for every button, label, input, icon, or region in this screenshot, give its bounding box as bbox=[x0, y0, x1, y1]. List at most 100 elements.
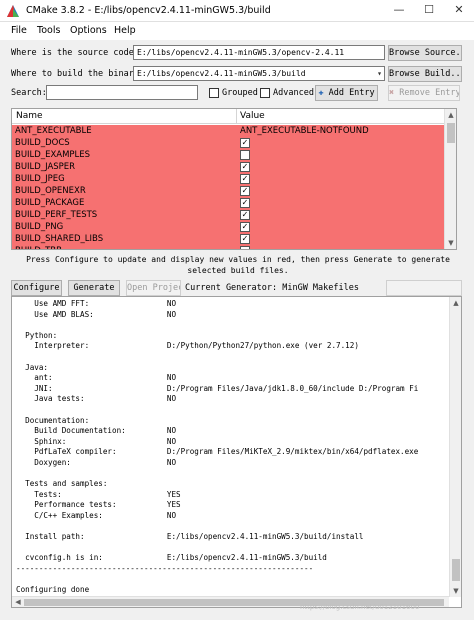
source-label: Where is the source code: bbox=[11, 48, 139, 58]
table-row[interactable]: BUILD_DOCS ✓ bbox=[12, 137, 445, 149]
row-name: BUILD_DOCS bbox=[15, 138, 70, 148]
table-row[interactable]: BUILD_JASPER ✓ bbox=[12, 161, 445, 173]
output-line: PdfLaTeX compiler: D:/Program Files/MiKT… bbox=[16, 447, 419, 457]
menu-options[interactable]: Options bbox=[70, 25, 107, 36]
row-value[interactable]: ANT_EXECUTABLE-NOTFOUND bbox=[240, 125, 369, 137]
title-bar: CMake 3.8.2 - E:/libs/opencv2.4.11-minGW… bbox=[0, 0, 474, 22]
checked-checkbox[interactable]: ✓ bbox=[240, 162, 250, 172]
output-line: Install path: E:/libs/opencv2.4.11-minGW… bbox=[16, 532, 364, 542]
open-project-button[interactable]: Open Project bbox=[126, 280, 181, 296]
row-name: BUILD_OPENEXR bbox=[15, 186, 86, 196]
cache-table[interactable]: Name Value ANT_EXECUTABLE ANT_EXECUTABLE-… bbox=[11, 108, 457, 250]
output-line: JNI: D:/Program Files/Java/jdk1.8.0_60/i… bbox=[16, 383, 419, 393]
table-row[interactable]: BUILD_PERF_TESTS ✓ bbox=[12, 209, 445, 221]
grouped-checkbox[interactable] bbox=[209, 88, 219, 98]
table-row[interactable]: BUILD_JPEG ✓ bbox=[12, 173, 445, 185]
scroll-thumb[interactable] bbox=[447, 123, 455, 143]
table-row[interactable]: BUILD_TBB bbox=[12, 245, 445, 249]
scroll-thumb[interactable] bbox=[452, 559, 460, 581]
scroll-left-icon[interactable]: ◀ bbox=[12, 596, 24, 607]
output-line: Configuring done bbox=[16, 585, 90, 595]
output-line: Build Documentation: NO bbox=[16, 426, 177, 436]
watermark: https://blog.csdn.net/u012101600 bbox=[300, 603, 420, 611]
table-row[interactable]: BUILD_PACKAGE ✓ bbox=[12, 197, 445, 209]
configure-button[interactable]: Configure bbox=[11, 280, 62, 296]
build-path-value: E:/libs/opencv2.4.11-minGW5.3/build bbox=[137, 69, 306, 78]
output-log[interactable]: Use AMD FFT: NO Use AMD BLAS: NO Python:… bbox=[11, 296, 462, 608]
table-vertical-scrollbar[interactable]: ▲ ▼ bbox=[444, 109, 456, 249]
output-line: Java: bbox=[16, 362, 49, 372]
output-line: Use AMD FFT: NO bbox=[16, 299, 177, 308]
remove-entry-button[interactable]: ✖ Remove Entry bbox=[388, 85, 460, 101]
checked-checkbox[interactable]: ✓ bbox=[240, 186, 250, 196]
output-line: Tests and samples: bbox=[16, 479, 108, 489]
table-row[interactable]: BUILD_PNG ✓ bbox=[12, 221, 445, 233]
output-line: Use AMD BLAS: NO bbox=[16, 309, 177, 319]
scroll-up-icon[interactable]: ▲ bbox=[450, 297, 461, 309]
search-input[interactable] bbox=[46, 85, 198, 100]
configure-hint: Press Configure to update and display ne… bbox=[26, 255, 450, 275]
output-line: Java tests: NO bbox=[16, 394, 177, 404]
column-header-name[interactable]: Name bbox=[16, 111, 43, 121]
browse-source-button[interactable]: Browse Source... bbox=[388, 45, 462, 61]
search-label: Search: bbox=[11, 88, 47, 98]
output-line: ant: NO bbox=[16, 373, 177, 383]
checked-checkbox[interactable]: ✓ bbox=[240, 174, 250, 184]
output-line: Sphinx: NO bbox=[16, 436, 177, 446]
table-row[interactable]: BUILD_EXAMPLES bbox=[12, 149, 445, 161]
checked-checkbox[interactable]: ✓ bbox=[240, 198, 250, 208]
row-name: ANT_EXECUTABLE bbox=[15, 126, 92, 136]
checked-checkbox[interactable]: ✓ bbox=[240, 138, 250, 148]
add-entry-button[interactable]: ✚ Add Entry bbox=[315, 85, 378, 101]
output-vertical-scrollbar[interactable]: ▲ ▼ bbox=[449, 297, 461, 597]
output-line: Documentation: bbox=[16, 415, 90, 425]
chevron-down-icon[interactable]: ▾ bbox=[377, 67, 382, 80]
add-entry-label: Add Entry bbox=[328, 88, 375, 98]
column-header-value[interactable]: Value bbox=[240, 111, 265, 121]
menu-bar: File Tools Options Help bbox=[0, 22, 474, 40]
scroll-up-icon[interactable]: ▲ bbox=[445, 109, 456, 121]
output-lines: Use AMD FFT: NO Use AMD BLAS: NO Python:… bbox=[16, 299, 446, 596]
menu-help[interactable]: Help bbox=[114, 25, 136, 36]
menu-file[interactable]: File bbox=[11, 25, 27, 36]
grouped-label: Grouped bbox=[222, 88, 258, 98]
advanced-checkbox[interactable] bbox=[260, 88, 270, 98]
table-row[interactable]: BUILD_SHARED_LIBS ✓ bbox=[12, 233, 445, 245]
checked-checkbox[interactable]: ✓ bbox=[240, 234, 250, 244]
column-divider[interactable] bbox=[236, 109, 237, 124]
scroll-down-icon[interactable]: ▼ bbox=[450, 585, 461, 597]
output-line: C/C++ Examples: NO bbox=[16, 510, 177, 520]
row-name: BUILD_PACKAGE bbox=[15, 198, 85, 208]
checked-checkbox[interactable]: ✓ bbox=[240, 210, 250, 220]
scroll-down-icon[interactable]: ▼ bbox=[445, 237, 456, 249]
table-row[interactable]: BUILD_OPENEXR ✓ bbox=[12, 185, 445, 197]
row-name: BUILD_EXAMPLES bbox=[15, 150, 91, 160]
generate-button[interactable]: Generate bbox=[68, 280, 120, 296]
cmake-logo-icon bbox=[7, 5, 19, 17]
unchecked-checkbox[interactable] bbox=[240, 150, 250, 160]
output-line: Performance tests: YES bbox=[16, 500, 181, 510]
unchecked-checkbox[interactable] bbox=[240, 246, 250, 249]
row-name: BUILD_SHARED_LIBS bbox=[15, 234, 104, 244]
minimize-button[interactable]: — bbox=[384, 0, 414, 22]
row-name: BUILD_PNG bbox=[15, 222, 64, 232]
row-name: BUILD_TBB bbox=[15, 245, 62, 249]
close-button[interactable]: ✕ bbox=[444, 0, 474, 22]
plus-icon: ✚ bbox=[318, 88, 324, 98]
checked-checkbox[interactable]: ✓ bbox=[240, 222, 250, 232]
table-row[interactable]: ANT_EXECUTABLE ANT_EXECUTABLE-NOTFOUND bbox=[12, 125, 445, 137]
menu-tools[interactable]: Tools bbox=[37, 25, 60, 36]
browse-build-button[interactable]: Browse Build... bbox=[388, 66, 462, 82]
output-line: Interpreter: D:/Python/Python27/python.e… bbox=[16, 341, 359, 351]
build-path-field[interactable]: E:/libs/opencv2.4.11-minGW5.3/build ▾ bbox=[133, 66, 385, 81]
advanced-label: Advanced bbox=[273, 88, 314, 98]
source-path-field[interactable]: E:/libs/opencv2.4.11-minGW5.3/opencv-2.4… bbox=[133, 45, 385, 60]
maximize-button[interactable]: ☐ bbox=[414, 0, 444, 22]
remove-entry-label: Remove Entry bbox=[399, 88, 460, 98]
